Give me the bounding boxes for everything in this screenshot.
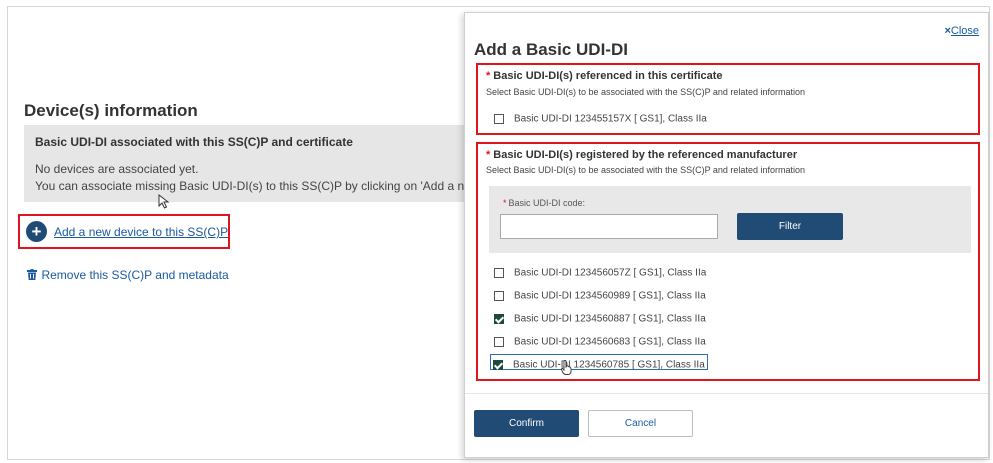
section-subtext: Select Basic UDI-DI(s) to be associated … [486, 165, 805, 175]
checkbox-icon[interactable] [494, 336, 504, 347]
udi-checkbox-label: Basic UDI-DI 1234560887 [ GS1], Class II… [514, 313, 706, 325]
manufacturer-udi-section: * Basic UDI-DI(s) registered by the refer… [476, 142, 980, 381]
section-subtext: Select Basic UDI-DI(s) to be associated … [486, 87, 805, 97]
footer-divider [465, 393, 988, 394]
required-mark: * [486, 149, 491, 161]
panel-hint-message: You can associate missing Basic UDI-DI(s… [35, 179, 464, 193]
udi-checkbox-row[interactable]: Basic UDI-DI 1234560785 [ GS1], Class II… [490, 354, 708, 371]
udi-checkbox-label: Basic UDI-DI 1234560989 [ GS1], Class II… [514, 290, 706, 302]
required-mark: * [503, 198, 507, 208]
checkbox-icon[interactable] [494, 290, 504, 301]
checkbox-checked-icon[interactable] [493, 359, 503, 370]
udi-checkbox-row[interactable]: Basic UDI-DI 123456057Z [ GS1], Class II… [494, 264, 706, 278]
udi-checkbox-label: Basic UDI-DI 1234560785 [ GS1], Class II… [513, 359, 705, 371]
cancel-button[interactable]: Cancel [588, 410, 693, 437]
trash-icon [27, 269, 37, 281]
add-basic-udi-di-modal: ×Close Add a Basic UDI-DI * Basic UDI-DI(… [464, 12, 989, 458]
udi-code-label-text: Basic UDI-DI code: [508, 198, 586, 208]
pointer-arrow-icon [158, 194, 170, 209]
checkbox-checked-icon[interactable] [494, 313, 504, 324]
udi-checkbox-row[interactable]: Basic UDI-DI 123455157X [ GS1], Class II… [494, 110, 707, 124]
checkbox-icon[interactable] [494, 113, 504, 124]
remove-sscp-link-wrap[interactable]: Remove this SS(C)P and metadata [27, 266, 229, 284]
filter-panel: * Basic UDI-DI code: Filter [489, 186, 971, 253]
close-link[interactable]: ×Close [944, 25, 979, 37]
section-title: Device(s) information [24, 101, 198, 120]
udi-checkbox-row[interactable]: Basic UDI-DI 1234560989 [ GS1], Class II… [494, 287, 706, 301]
confirm-button[interactable]: Confirm [474, 410, 579, 437]
add-new-device-link[interactable]: Add a new device to this SS(C)P [54, 225, 228, 239]
close-label: Close [950, 25, 979, 37]
required-mark: * [486, 70, 491, 82]
remove-sscp-link[interactable]: Remove this SS(C)P and metadata [41, 268, 228, 282]
udi-checkbox-row[interactable]: Basic UDI-DI 1234560683 [ GS1], Class II… [494, 333, 706, 347]
section-heading: * Basic UDI-DI(s) registered by the refer… [486, 149, 797, 161]
panel-heading: Basic UDI-DI associated with this SS(C)P… [35, 135, 353, 149]
panel-empty-message: No devices are associated yet. [35, 162, 199, 176]
udi-code-input[interactable] [500, 214, 718, 239]
udi-checkbox-label: Basic UDI-DI 123455157X [ GS1], Class II… [514, 113, 707, 125]
udi-checkbox-label: Basic UDI-DI 1234560683 [ GS1], Class II… [514, 336, 706, 348]
udi-code-label: * Basic UDI-DI code: [503, 198, 585, 208]
basic-udi-di-panel: Basic UDI-DI associated with this SS(C)P… [24, 125, 464, 202]
add-device-highlight: + Add a new device to this SS(C)P [18, 214, 230, 249]
section-heading-text: Basic UDI-DI(s) registered by the refere… [493, 149, 798, 161]
hand-cursor-icon [561, 360, 572, 375]
udi-checkbox-label: Basic UDI-DI 123456057Z [ GS1], Class II… [514, 267, 707, 279]
referenced-udi-section: * Basic UDI-DI(s) referenced in this cert… [476, 63, 980, 135]
filter-button[interactable]: Filter [737, 213, 843, 240]
modal-title: Add a Basic UDI-DI [474, 40, 628, 59]
plus-circle-icon[interactable]: + [26, 221, 47, 242]
udi-checkbox-row[interactable]: Basic UDI-DI 1234560887 [ GS1], Class II… [494, 310, 706, 324]
section-heading-text: Basic UDI-DI(s) referenced in this certi… [493, 70, 723, 82]
checkbox-icon[interactable] [494, 267, 504, 278]
section-heading: * Basic UDI-DI(s) referenced in this cert… [486, 70, 723, 82]
